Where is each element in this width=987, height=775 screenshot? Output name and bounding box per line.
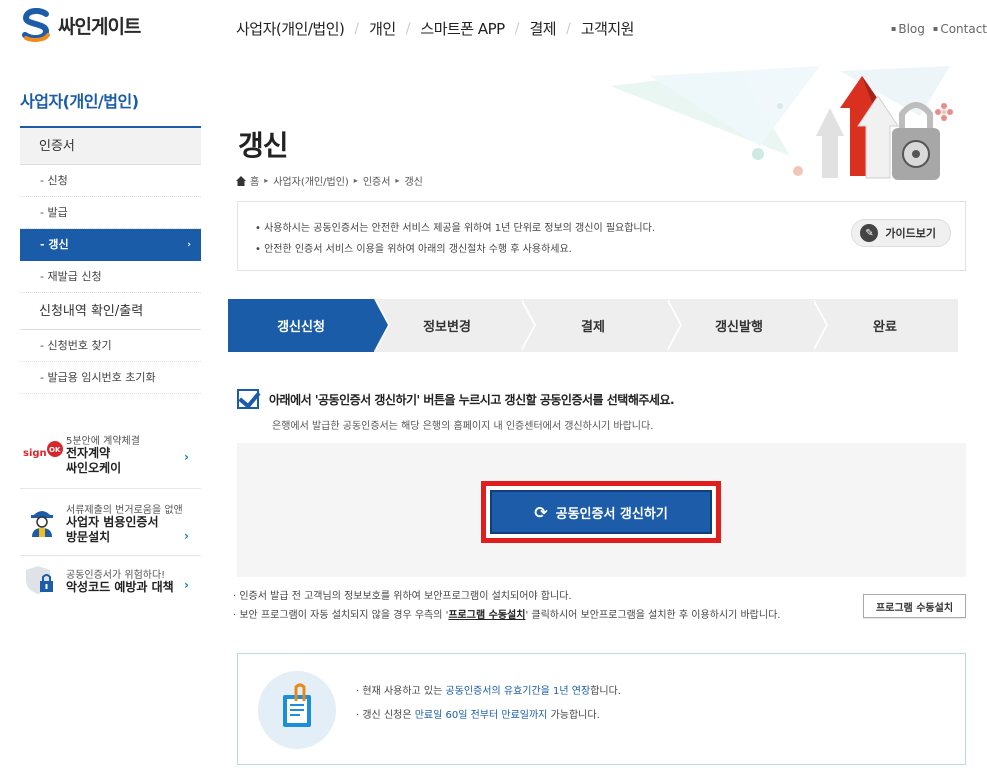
sidebar-item-renew[interactable]: - 갱신 › <box>20 229 201 261</box>
sidebar-item-issue[interactable]: - 발급 <box>20 197 201 229</box>
header: 싸인게이트 사업자(개인/법인) / 개인 / 스마트폰 APP / 결제 / … <box>0 0 987 62</box>
page-title: 갱신 <box>238 129 289 162</box>
breadcrumb-certificate[interactable]: 인증서 <box>363 173 391 188</box>
progress-steps: 갱신신청 정보변경 결제 갱신발행 완료 <box>228 299 958 352</box>
security-notes: 인증서 발급 전 고객님의 정보보호를 위하여 보안프로그램이 설치되어야 합니… <box>233 587 780 625</box>
notice-box: 사용하시는 공동인증서는 안전한 서비스 제공을 위하여 1년 단위로 정보의 … <box>237 201 966 271</box>
banner-signok[interactable]: sign OK 5분안에 계약체결 전자계약 싸인오케이 › <box>20 420 201 488</box>
blog-link[interactable]: Blog <box>891 22 925 36</box>
sidebar-item-apply[interactable]: - 신청 <box>20 165 201 197</box>
main-nav: 사업자(개인/법인) / 개인 / 스마트폰 APP / 결제 / 고객지원 <box>236 18 635 39</box>
document-clip-icon <box>258 671 336 749</box>
step-payment: 결제 <box>520 299 682 352</box>
chevron-right-icon: › <box>184 529 189 543</box>
svg-text:OK: OK <box>49 446 61 454</box>
shield-lock-icon <box>26 566 53 594</box>
banner-malware[interactable]: 공동인증서가 위험하다! 악성코드 예방과 대책 › <box>20 555 201 622</box>
home-icon <box>236 175 246 186</box>
renew-button-highlight: ⟳ 공동인증서 갱신하기 <box>481 481 721 543</box>
step-renew-apply: 갱신신청 <box>228 299 390 352</box>
chevron-right-icon: › <box>184 578 189 592</box>
sidebar-item-reissue[interactable]: - 재발급 신청 <box>20 261 201 293</box>
instruction-sub: 은행에서 발급한 공동인증서는 해당 은행의 홈페이지 내 인증센터에서 갱신하… <box>272 421 654 432</box>
breadcrumb-current: 갱신 <box>404 177 423 188</box>
notice-line: 사용하시는 공동인증서는 안전한 서비스 제공을 위하여 1년 단위로 정보의 … <box>255 218 655 239</box>
visit-worker-icon <box>31 511 53 537</box>
action-area: ⟳ 공동인증서 갱신하기 <box>237 443 966 577</box>
sidebar-group-history[interactable]: 신청내역 확인/출력 <box>20 293 201 330</box>
contact-link[interactable]: Contact <box>933 22 987 36</box>
manual-install-link[interactable]: 프로그램 수동설치 <box>448 610 525 621</box>
signok-logo: sign OK <box>23 441 63 459</box>
nav-business[interactable]: 사업자(개인/법인) <box>236 18 345 39</box>
breadcrumb-business[interactable]: 사업자(개인/법인) <box>273 173 349 188</box>
guide-button[interactable]: ✎ 가이드보기 <box>851 219 951 247</box>
chevron-right-icon: › <box>184 450 189 464</box>
sidebar-banners: sign OK 5분안에 계약체결 전자계약 싸인오케이 › 서류제출의 번거로움… <box>20 420 201 622</box>
signgate-logo-icon <box>22 8 50 42</box>
renewal-hero-illustration <box>610 66 953 180</box>
util-links: Blog Contact <box>883 22 987 36</box>
edit-icon: ✎ <box>860 224 879 242</box>
info-box: 현재 사용하고 있는 공동인증서의 유효기간을 1년 연장합니다. 갱신 신청은… <box>237 653 966 765</box>
nav-personal[interactable]: 개인 <box>369 18 396 39</box>
nav-smartphone-app[interactable]: 스마트폰 APP <box>420 18 505 39</box>
sidebar-group-certificate[interactable]: 인증서 <box>20 128 201 165</box>
renew-certificate-button[interactable]: ⟳ 공동인증서 갱신하기 <box>490 490 712 534</box>
checkbox-check-icon <box>237 389 259 409</box>
refresh-icon: ⟳ <box>534 502 548 522</box>
logo[interactable]: 싸인게이트 <box>20 8 141 42</box>
sidebar-menu: 인증서 - 신청 - 발급 - 갱신 › - 재발급 신청 신청내역 확인/출력 … <box>20 126 201 394</box>
breadcrumb-home[interactable]: 홈 <box>250 173 259 188</box>
chevron-right-icon: › <box>187 240 191 250</box>
step-info-change: 정보변경 <box>374 299 536 352</box>
nav-payment[interactable]: 결제 <box>529 18 556 39</box>
sidebar-title: 사업자(개인/법인) <box>20 92 139 111</box>
banner-visit-install[interactable]: 서류제출의 번거로움을 없앤 사업자 범용인증서 방문설치 › <box>20 488 201 555</box>
nav-support[interactable]: 고객지원 <box>581 18 635 39</box>
breadcrumb: 홈 ▸ 사업자(개인/법인) ▸ 인증서 ▸ 갱신 <box>236 173 423 188</box>
sidebar-item-reset-temp-number[interactable]: - 발급용 임시번호 초기화 <box>20 362 201 394</box>
svg-text:sign: sign <box>23 448 47 459</box>
logo-text: 싸인게이트 <box>58 15 141 38</box>
step-complete: 완료 <box>812 299 958 352</box>
notice-line: 안전한 인증서 서비스 이용을 위하여 아래의 갱신절차 수행 후 사용하세요. <box>255 239 655 260</box>
instruction: 아래에서 '공동인증서 갱신하기' 버튼을 누르시고 갱신할 공동인증서를 선택… <box>237 389 675 409</box>
manual-install-button[interactable]: 프로그램 수동설치 <box>863 594 966 618</box>
sidebar-item-find-number[interactable]: - 신청번호 찾기 <box>20 330 201 362</box>
step-renew-issue: 갱신발행 <box>666 299 828 352</box>
